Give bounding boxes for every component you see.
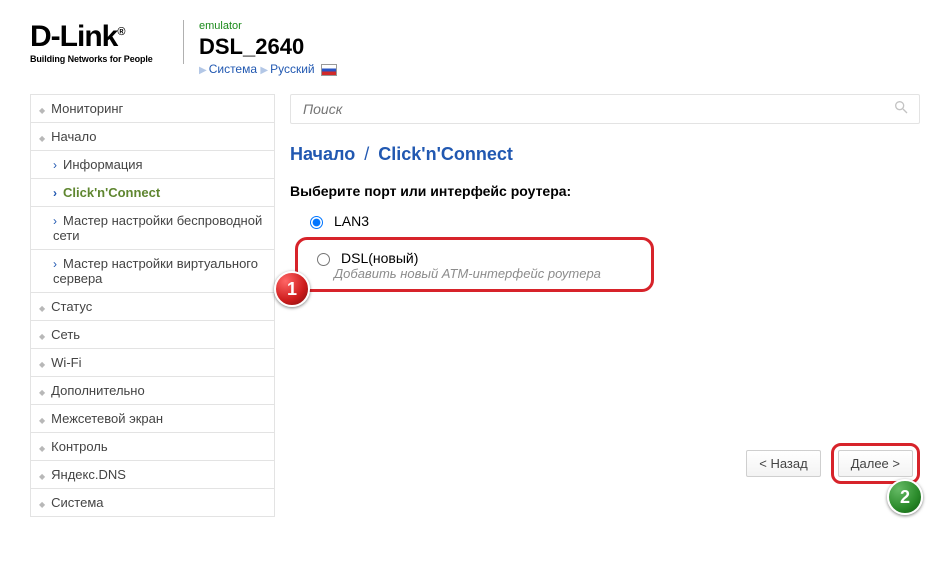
port-option-dsl[interactable]: DSL(новый) xyxy=(312,250,637,266)
port-option-dsl-highlight: DSL(новый) Добавить новый ATM-интерфейс … xyxy=(295,237,654,292)
logo: D‑Link® xyxy=(30,20,175,54)
sidebar-item[interactable]: ◆Система xyxy=(30,488,275,517)
option2-hint: Добавить новый ATM-интерфейс роутера xyxy=(334,266,637,281)
header-links: ▶Система ▶Русский xyxy=(199,62,337,76)
option1-label: LAN3 xyxy=(334,213,369,229)
sidebar-item[interactable]: ›Click'n'Connect xyxy=(30,178,275,206)
language-link[interactable]: Русский xyxy=(270,62,315,76)
logo-tagline: Building Networks for People xyxy=(30,54,175,64)
option2-label: DSL(новый) xyxy=(341,250,418,266)
sidebar-item[interactable]: ◆Мониторинг xyxy=(30,94,275,122)
device-title: DSL_2640 xyxy=(199,34,337,60)
sidebar-item[interactable]: ◆Сеть xyxy=(30,320,275,348)
sidebar-item[interactable]: ◆Wi-Fi xyxy=(30,348,275,376)
search-box[interactable] xyxy=(290,94,920,124)
breadcrumb-page: Click'n'Connect xyxy=(378,144,513,164)
title-block: emulator DSL_2640 ▶Система ▶Русский xyxy=(199,20,337,76)
callout-marker-1: 1 xyxy=(274,271,310,307)
radio-dsl[interactable] xyxy=(317,253,330,266)
sidebar-item[interactable]: ◆Дополнительно xyxy=(30,376,275,404)
radio-lan3[interactable] xyxy=(310,216,323,229)
sidebar-item[interactable]: ›Мастер настройки беспроводной сети xyxy=(30,206,275,249)
next-button-highlight: Далее > 2 xyxy=(831,443,920,484)
sidebar-item[interactable]: ◆Контроль xyxy=(30,432,275,460)
next-button[interactable]: Далее > xyxy=(838,450,913,477)
logo-block: D‑Link® Building Networks for People xyxy=(30,20,184,64)
emulator-label: emulator xyxy=(199,20,337,32)
button-row: < Назад Далее > 2 xyxy=(746,443,920,484)
sidebar-item[interactable]: ◆Яндекс.DNS xyxy=(30,460,275,488)
breadcrumb: Начало / Click'n'Connect xyxy=(290,144,920,165)
breadcrumb-root[interactable]: Начало xyxy=(290,144,355,164)
sidebar-item[interactable]: ›Мастер настройки виртуального сервера xyxy=(30,249,275,292)
sidebar-item[interactable]: ◆Межсетевой экран xyxy=(30,404,275,432)
header: D‑Link® Building Networks for People emu… xyxy=(30,20,920,76)
prompt-text: Выберите порт или интерфейс роутера: xyxy=(290,183,920,199)
back-button[interactable]: < Назад xyxy=(746,450,820,477)
callout-marker-2: 2 xyxy=(887,479,923,515)
search-input[interactable] xyxy=(301,100,893,118)
flag-icon[interactable] xyxy=(321,64,337,76)
port-option-lan3[interactable]: LAN3 xyxy=(305,213,920,229)
search-icon[interactable] xyxy=(893,99,909,120)
sidebar-item[interactable]: ›Информация xyxy=(30,150,275,178)
sidebar: ◆Мониторинг◆Начало›Информация›Click'n'Co… xyxy=(30,94,275,524)
content-area: Начало / Click'n'Connect Выберите порт и… xyxy=(290,94,920,524)
sidebar-item[interactable]: ◆Статус xyxy=(30,292,275,320)
sidebar-item[interactable]: ◆Начало xyxy=(30,122,275,150)
system-link[interactable]: Система xyxy=(209,62,257,76)
